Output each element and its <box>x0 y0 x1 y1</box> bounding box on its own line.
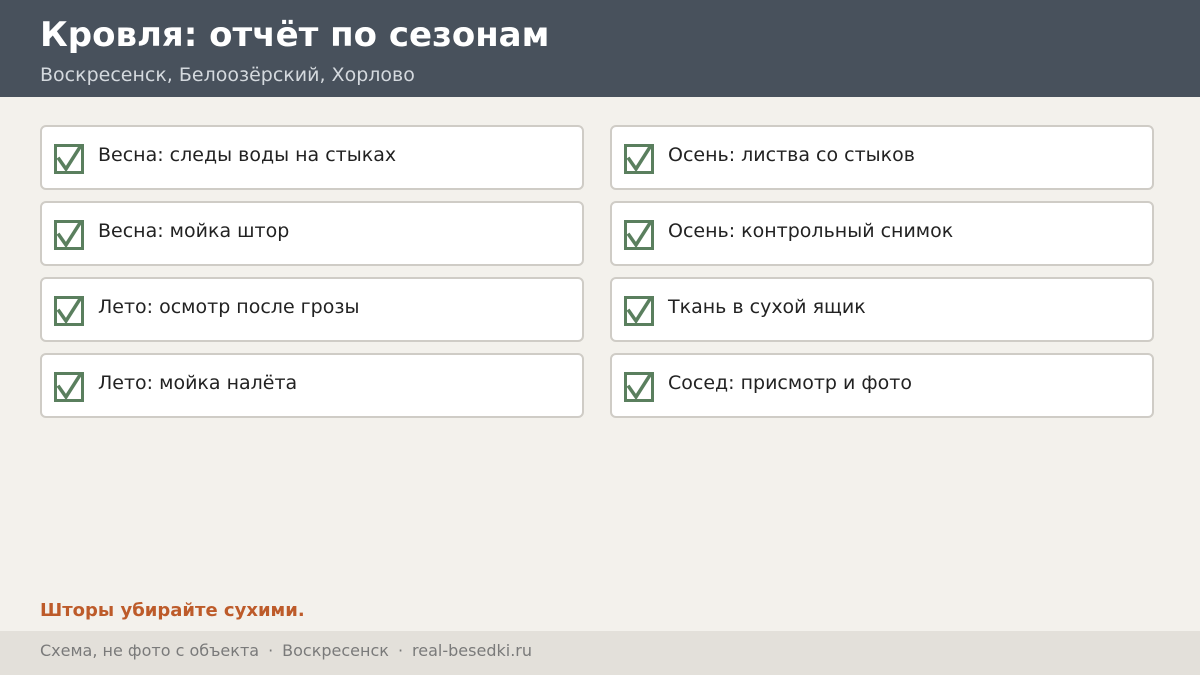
checklist-item-label: Лето: осмотр после грозы <box>98 296 360 318</box>
footer-bar: Схема, не фото с объекта · Воскресенск · rea… <box>0 631 1200 675</box>
footer-text: Схема, не фото с объекта · Воскресенск · rea… <box>40 640 532 662</box>
checkmark-icon <box>56 220 83 249</box>
checkmark-icon <box>56 296 83 325</box>
checklist-item[interactable]: Лето: мойка налёта <box>40 353 584 418</box>
checklist-item-label: Лето: мойка налёта <box>98 372 298 394</box>
footer-separator: · <box>397 641 404 660</box>
checklist-item-label: Ткань в сухой ящик <box>668 296 866 318</box>
checkbox-checked[interactable] <box>54 372 84 402</box>
checkmark-icon <box>56 144 83 173</box>
checkmark-icon <box>56 372 83 401</box>
checkbox-checked[interactable] <box>624 372 654 402</box>
page-subtitle: Воскресенск, Белоозёрский, Хорлово <box>40 64 415 86</box>
checklist-item-label: Весна: следы воды на стыках <box>98 144 397 166</box>
checkbox-checked[interactable] <box>624 220 654 250</box>
checkbox-checked[interactable] <box>624 144 654 174</box>
tip-note: Шторы убирайте сухими. <box>40 600 305 621</box>
checklist-item-label: Осень: листва со стыков <box>668 144 915 166</box>
footer-disclaimer: Схема, не фото с объекта <box>40 641 260 660</box>
footer-site-link[interactable]: real-besedki.ru <box>412 641 532 660</box>
checkmark-icon <box>626 220 653 249</box>
checkbox-checked[interactable] <box>54 144 84 174</box>
checkbox-checked[interactable] <box>624 296 654 326</box>
checklist-item[interactable]: Весна: мойка штор <box>40 201 584 266</box>
footer-separator: · <box>268 641 274 660</box>
checklist-item[interactable]: Лето: осмотр после грозы <box>40 277 584 342</box>
checkbox-checked[interactable] <box>54 296 84 326</box>
checklist-item[interactable]: Осень: листва со стыков <box>610 125 1154 190</box>
checklist-item[interactable]: Ткань в сухой ящик <box>610 277 1154 342</box>
footer-city: Воскресенск <box>282 641 389 660</box>
checklist-item-label: Осень: контрольный снимок <box>668 220 954 242</box>
checklist-item[interactable]: Сосед: присмотр и фото <box>610 353 1154 418</box>
checkmark-icon <box>626 144 653 173</box>
checkmark-icon <box>626 296 653 325</box>
checklist-item-label: Сосед: присмотр и фото <box>668 372 912 394</box>
checklist-item[interactable]: Весна: следы воды на стыках <box>40 125 584 190</box>
checklist-item[interactable]: Осень: контрольный снимок <box>610 201 1154 266</box>
checkmark-icon <box>626 372 653 401</box>
checklist-item-label: Весна: мойка штор <box>98 220 290 242</box>
page-title: Кровля: отчёт по сезонам <box>40 15 550 55</box>
header-bar: Кровля: отчёт по сезонам Воскресенск, Бе… <box>0 0 1200 97</box>
checkbox-checked[interactable] <box>54 220 84 250</box>
